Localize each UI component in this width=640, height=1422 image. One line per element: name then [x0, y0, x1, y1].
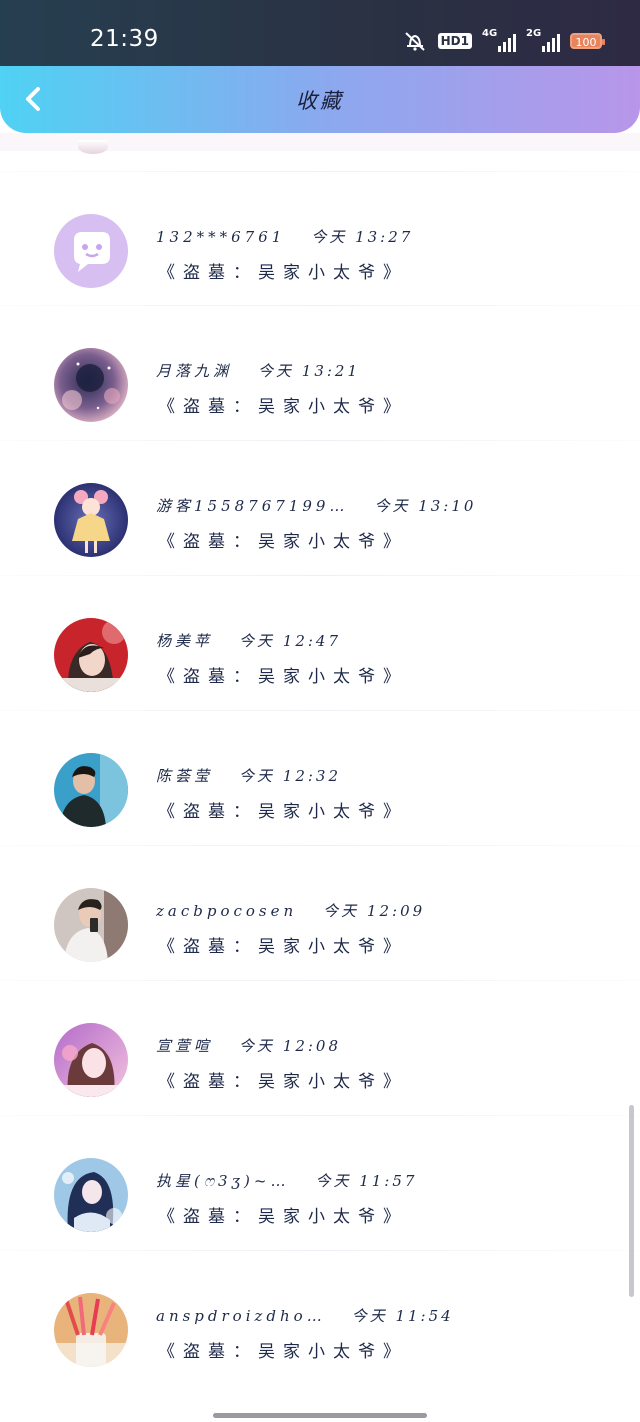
girl-photo-avatar	[54, 618, 128, 692]
avatar[interactable]	[54, 1023, 128, 1097]
book-title: 《盗墓：吴家小太爷》	[158, 263, 408, 283]
page-title: 收藏	[296, 89, 344, 113]
signal-4g-icon: 4G	[482, 28, 516, 52]
item-meta: 杨美苹 今天 12:47	[156, 630, 341, 651]
app-header: 收藏	[0, 66, 640, 133]
avatar[interactable]	[54, 214, 128, 288]
list-item[interactable]: 132***6761 今天 13:27 《盗墓：吴家小太爷》	[0, 171, 640, 307]
home-indicator[interactable]	[213, 1413, 427, 1418]
user-name: 陈荟莹	[156, 767, 214, 785]
user-name: 132***6761	[156, 228, 286, 246]
list-item[interactable]: 执星(ෆ3ʒ)~… 今天 11:57 《盗墓：吴家小太爷》	[0, 1115, 640, 1251]
item-meta: 陈荟莹 今天 12:32	[156, 765, 341, 786]
list-item[interactable]: anspdroizdho… 今天 11:54 《盗墓：吴家小太爷》	[0, 1250, 640, 1386]
user-name: 月落九渊	[156, 362, 233, 380]
bell-muted-icon	[404, 32, 425, 51]
user-name: 杨美苹	[156, 632, 214, 650]
item-date: 今天 11:57	[315, 1172, 418, 1190]
clock: 21:39	[90, 26, 159, 52]
pink-girl-avatar	[54, 1023, 128, 1097]
item-meta: anspdroizdho… 今天 11:54	[156, 1305, 454, 1326]
item-date: 今天 12:47	[239, 632, 342, 650]
list-item[interactable]: 杨美苹 今天 12:47 《盗墓：吴家小太爷》	[0, 575, 640, 711]
chat-bubble-icon	[54, 214, 128, 288]
book-title: 《盗墓：吴家小太爷》	[158, 1072, 408, 1092]
avatar[interactable]	[54, 483, 128, 557]
item-date: 今天 13:27	[311, 228, 414, 246]
list-item[interactable]: 月落九渊 今天 13:21 《盗墓：吴家小太爷》	[0, 305, 640, 441]
list-item[interactable]: zacbpocosen 今天 12:09 《盗墓：吴家小太爷》	[0, 845, 640, 981]
book-title: 《盗墓：吴家小太爷》	[158, 532, 408, 552]
item-meta: 132***6761 今天 13:27	[156, 226, 413, 247]
item-meta: 月落九渊 今天 13:21	[156, 360, 360, 381]
book-title: 《盗墓：吴家小太爷》	[158, 667, 408, 687]
item-date: 今天 11:54	[351, 1307, 454, 1325]
status-bar: 21:39 HD1 4G 2G 100	[0, 0, 640, 66]
book-title: 《盗墓：吴家小太爷》	[158, 397, 408, 417]
list-item[interactable]: 宣萱喧 今天 12:08 《盗墓：吴家小太爷》	[0, 980, 640, 1116]
boy-photo-avatar	[54, 753, 128, 827]
user-name: 宣萱喧	[156, 1037, 214, 1055]
item-meta: zacbpocosen 今天 12:09	[156, 900, 425, 921]
user-name: 游客1558767199…	[156, 497, 349, 515]
galaxy-avatar	[54, 348, 128, 422]
selfie-avatar	[54, 888, 128, 962]
pencils-avatar	[54, 1293, 128, 1367]
item-meta: 游客1558767199… 今天 13:10	[156, 495, 476, 516]
scrollbar[interactable]	[629, 1105, 634, 1297]
user-name: anspdroizdho…	[156, 1307, 326, 1325]
blue-anime-avatar	[54, 1158, 128, 1232]
book-title: 《盗墓：吴家小太爷》	[158, 802, 408, 822]
item-date: 今天 13:21	[258, 362, 361, 380]
user-name: 执星(ෆ3ʒ)~…	[156, 1172, 290, 1190]
avatar[interactable]	[54, 753, 128, 827]
item-meta: 执星(ෆ3ʒ)~… 今天 11:57	[156, 1170, 417, 1191]
status-icons: HD1 4G 2G 100	[402, 28, 605, 52]
item-date: 今天 13:10	[374, 497, 477, 515]
item-date: 今天 12:09	[323, 902, 426, 920]
user-name: zacbpocosen	[156, 902, 298, 920]
battery-icon: 100	[570, 33, 605, 49]
hd-badge: HD1	[437, 33, 472, 49]
avatar[interactable]	[54, 348, 128, 422]
signal-2g-icon: 2G	[526, 28, 560, 52]
book-title: 《盗墓：吴家小太爷》	[158, 937, 408, 957]
anime-girl-avatar	[54, 483, 128, 557]
avatar[interactable]	[54, 1158, 128, 1232]
item-date: 今天 12:32	[239, 767, 342, 785]
list-item[interactable]: 游客1558767199… 今天 13:10 《盗墓：吴家小太爷》	[0, 440, 640, 576]
partial-avatar	[78, 140, 108, 154]
book-title: 《盗墓：吴家小太爷》	[158, 1207, 408, 1227]
book-title: 《盗墓：吴家小太爷》	[158, 1342, 408, 1362]
item-date: 今天 12:08	[239, 1037, 342, 1055]
avatar[interactable]	[54, 888, 128, 962]
item-meta: 宣萱喧 今天 12:08	[156, 1035, 341, 1056]
avatar[interactable]	[54, 1293, 128, 1367]
list-item[interactable]: 陈荟莹 今天 12:32 《盗墓：吴家小太爷》	[0, 710, 640, 846]
avatar[interactable]	[54, 618, 128, 692]
